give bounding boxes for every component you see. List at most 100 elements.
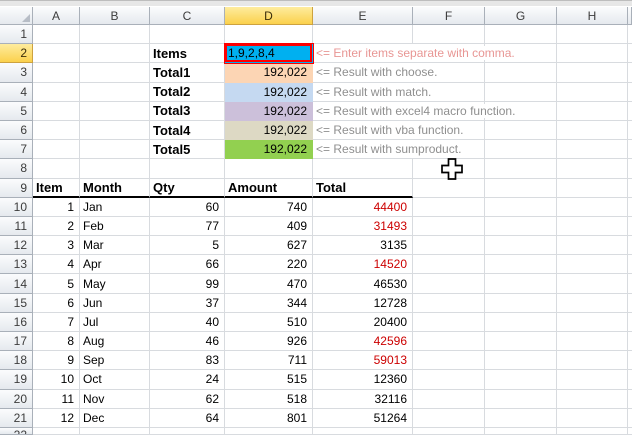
cell-G12[interactable] <box>485 236 557 256</box>
cell-G6[interactable] <box>485 120 557 141</box>
cell-H21[interactable] <box>557 408 628 428</box>
cell-G8[interactable] <box>485 159 557 179</box>
cell-D12[interactable]: 627 <box>225 236 313 256</box>
row-header-7[interactable]: 7 <box>0 140 33 160</box>
cell-A10[interactable]: 1 <box>33 197 80 217</box>
column-header-G[interactable]: G <box>485 7 557 25</box>
cell-H7[interactable] <box>557 140 628 160</box>
cell-B8[interactable] <box>80 159 150 179</box>
cell-G7[interactable] <box>485 140 557 160</box>
cell-A20[interactable]: 11 <box>33 389 80 409</box>
cell-B10[interactable]: Jan <box>80 197 150 217</box>
cell-F20[interactable] <box>413 389 485 409</box>
cell-F10[interactable] <box>413 197 485 217</box>
cell-E19[interactable]: 12360 <box>313 370 413 390</box>
cell-A6[interactable] <box>33 120 80 141</box>
cell-A15[interactable]: 6 <box>33 293 80 313</box>
cell-C13[interactable]: 66 <box>150 255 225 275</box>
row-header-18[interactable]: 18 <box>0 351 33 371</box>
cell-G11[interactable] <box>485 216 557 237</box>
cell-E2[interactable]: <= Enter items separate with comma. <box>313 44 517 64</box>
cell-H3[interactable] <box>557 63 628 83</box>
cell-C12[interactable]: 5 <box>150 236 225 256</box>
cell-E1[interactable] <box>313 25 413 45</box>
cell-H16[interactable] <box>557 312 628 332</box>
cell-G19[interactable] <box>485 370 557 390</box>
cell-H8[interactable] <box>557 159 628 179</box>
cell-H20[interactable] <box>557 389 628 409</box>
row-header-6[interactable]: 6 <box>0 120 33 141</box>
cell-G9[interactable] <box>485 178 557 198</box>
cell-E20[interactable]: 32116 <box>313 389 413 409</box>
cell-G1[interactable] <box>485 25 557 45</box>
cell-D14[interactable]: 470 <box>225 274 313 294</box>
cell-E16[interactable]: 20400 <box>313 312 413 332</box>
cell-C10[interactable]: 60 <box>150 197 225 217</box>
cell-B13[interactable]: Apr <box>80 255 150 275</box>
cell-F22[interactable] <box>413 427 485 435</box>
cell-D16[interactable]: 510 <box>225 312 313 332</box>
row-header-21[interactable]: 21 <box>0 408 33 428</box>
cell-G22[interactable] <box>485 427 557 435</box>
cell-A3[interactable] <box>33 63 80 83</box>
cell-C21[interactable]: 64 <box>150 408 225 428</box>
cell-H12[interactable] <box>557 236 628 256</box>
cell-D22[interactable] <box>225 427 313 435</box>
cell-A9[interactable]: Item <box>33 178 80 198</box>
cell-B14[interactable]: May <box>80 274 150 294</box>
cell-B5[interactable] <box>80 101 150 121</box>
cell-C15[interactable]: 37 <box>150 293 225 313</box>
cell-G21[interactable] <box>485 408 557 428</box>
cell-C17[interactable]: 46 <box>150 332 225 352</box>
cell-A16[interactable]: 7 <box>33 312 80 332</box>
cell-H18[interactable] <box>557 351 628 371</box>
cell-B7[interactable] <box>80 140 150 160</box>
cell-B4[interactable] <box>80 82 150 102</box>
cell-D2[interactable]: 1,9,2,8,4 <box>225 44 313 64</box>
cell-C2[interactable]: Items <box>150 44 225 64</box>
cell-E18[interactable]: 59013 <box>313 351 413 371</box>
cell-F17[interactable] <box>413 332 485 352</box>
row-header-1[interactable]: 1 <box>0 25 33 45</box>
cell-A8[interactable] <box>33 159 80 179</box>
cell-E17[interactable]: 42596 <box>313 332 413 352</box>
cell-F9[interactable] <box>413 178 485 198</box>
cell-F13[interactable] <box>413 255 485 275</box>
select-all-corner[interactable] <box>0 7 33 25</box>
cell-C7[interactable]: Total5 <box>150 140 225 160</box>
cell-C18[interactable]: 83 <box>150 351 225 371</box>
cell-B6[interactable] <box>80 120 150 141</box>
cell-E6[interactable]: <= Result with vba function. <box>313 120 466 141</box>
cell-A2[interactable] <box>33 44 80 64</box>
column-header-E[interactable]: E <box>313 7 413 25</box>
cell-G20[interactable] <box>485 389 557 409</box>
cell-C11[interactable]: 77 <box>150 216 225 237</box>
cell-H2[interactable] <box>557 44 628 64</box>
cell-F12[interactable] <box>413 236 485 256</box>
row-header-20[interactable]: 20 <box>0 389 33 409</box>
cell-B16[interactable]: Jul <box>80 312 150 332</box>
cell-D10[interactable]: 740 <box>225 197 313 217</box>
row-header-9[interactable]: 9 <box>0 178 33 198</box>
cell-A4[interactable] <box>33 82 80 102</box>
cell-F21[interactable] <box>413 408 485 428</box>
cell-B9[interactable]: Month <box>80 178 150 198</box>
cell-D20[interactable]: 518 <box>225 389 313 409</box>
cell-D15[interactable]: 344 <box>225 293 313 313</box>
cell-D8[interactable] <box>225 159 313 179</box>
cell-E8[interactable] <box>313 159 413 179</box>
cell-C16[interactable]: 40 <box>150 312 225 332</box>
cell-H15[interactable] <box>557 293 628 313</box>
row-header-4[interactable]: 4 <box>0 82 33 102</box>
cell-G18[interactable] <box>485 351 557 371</box>
cell-C4[interactable]: Total2 <box>150 82 225 102</box>
cell-D9[interactable]: Amount <box>225 178 313 198</box>
cell-B19[interactable]: Oct <box>80 370 150 390</box>
cell-D7[interactable]: 192,022 <box>225 140 313 160</box>
cell-F1[interactable] <box>413 25 485 45</box>
cell-H5[interactable] <box>557 101 628 121</box>
row-header-3[interactable]: 3 <box>0 63 33 83</box>
row-header-11[interactable]: 11 <box>0 216 33 237</box>
cell-E5[interactable]: <= Result with excel4 macro function. <box>313 101 518 121</box>
cell-F8[interactable] <box>413 159 485 179</box>
